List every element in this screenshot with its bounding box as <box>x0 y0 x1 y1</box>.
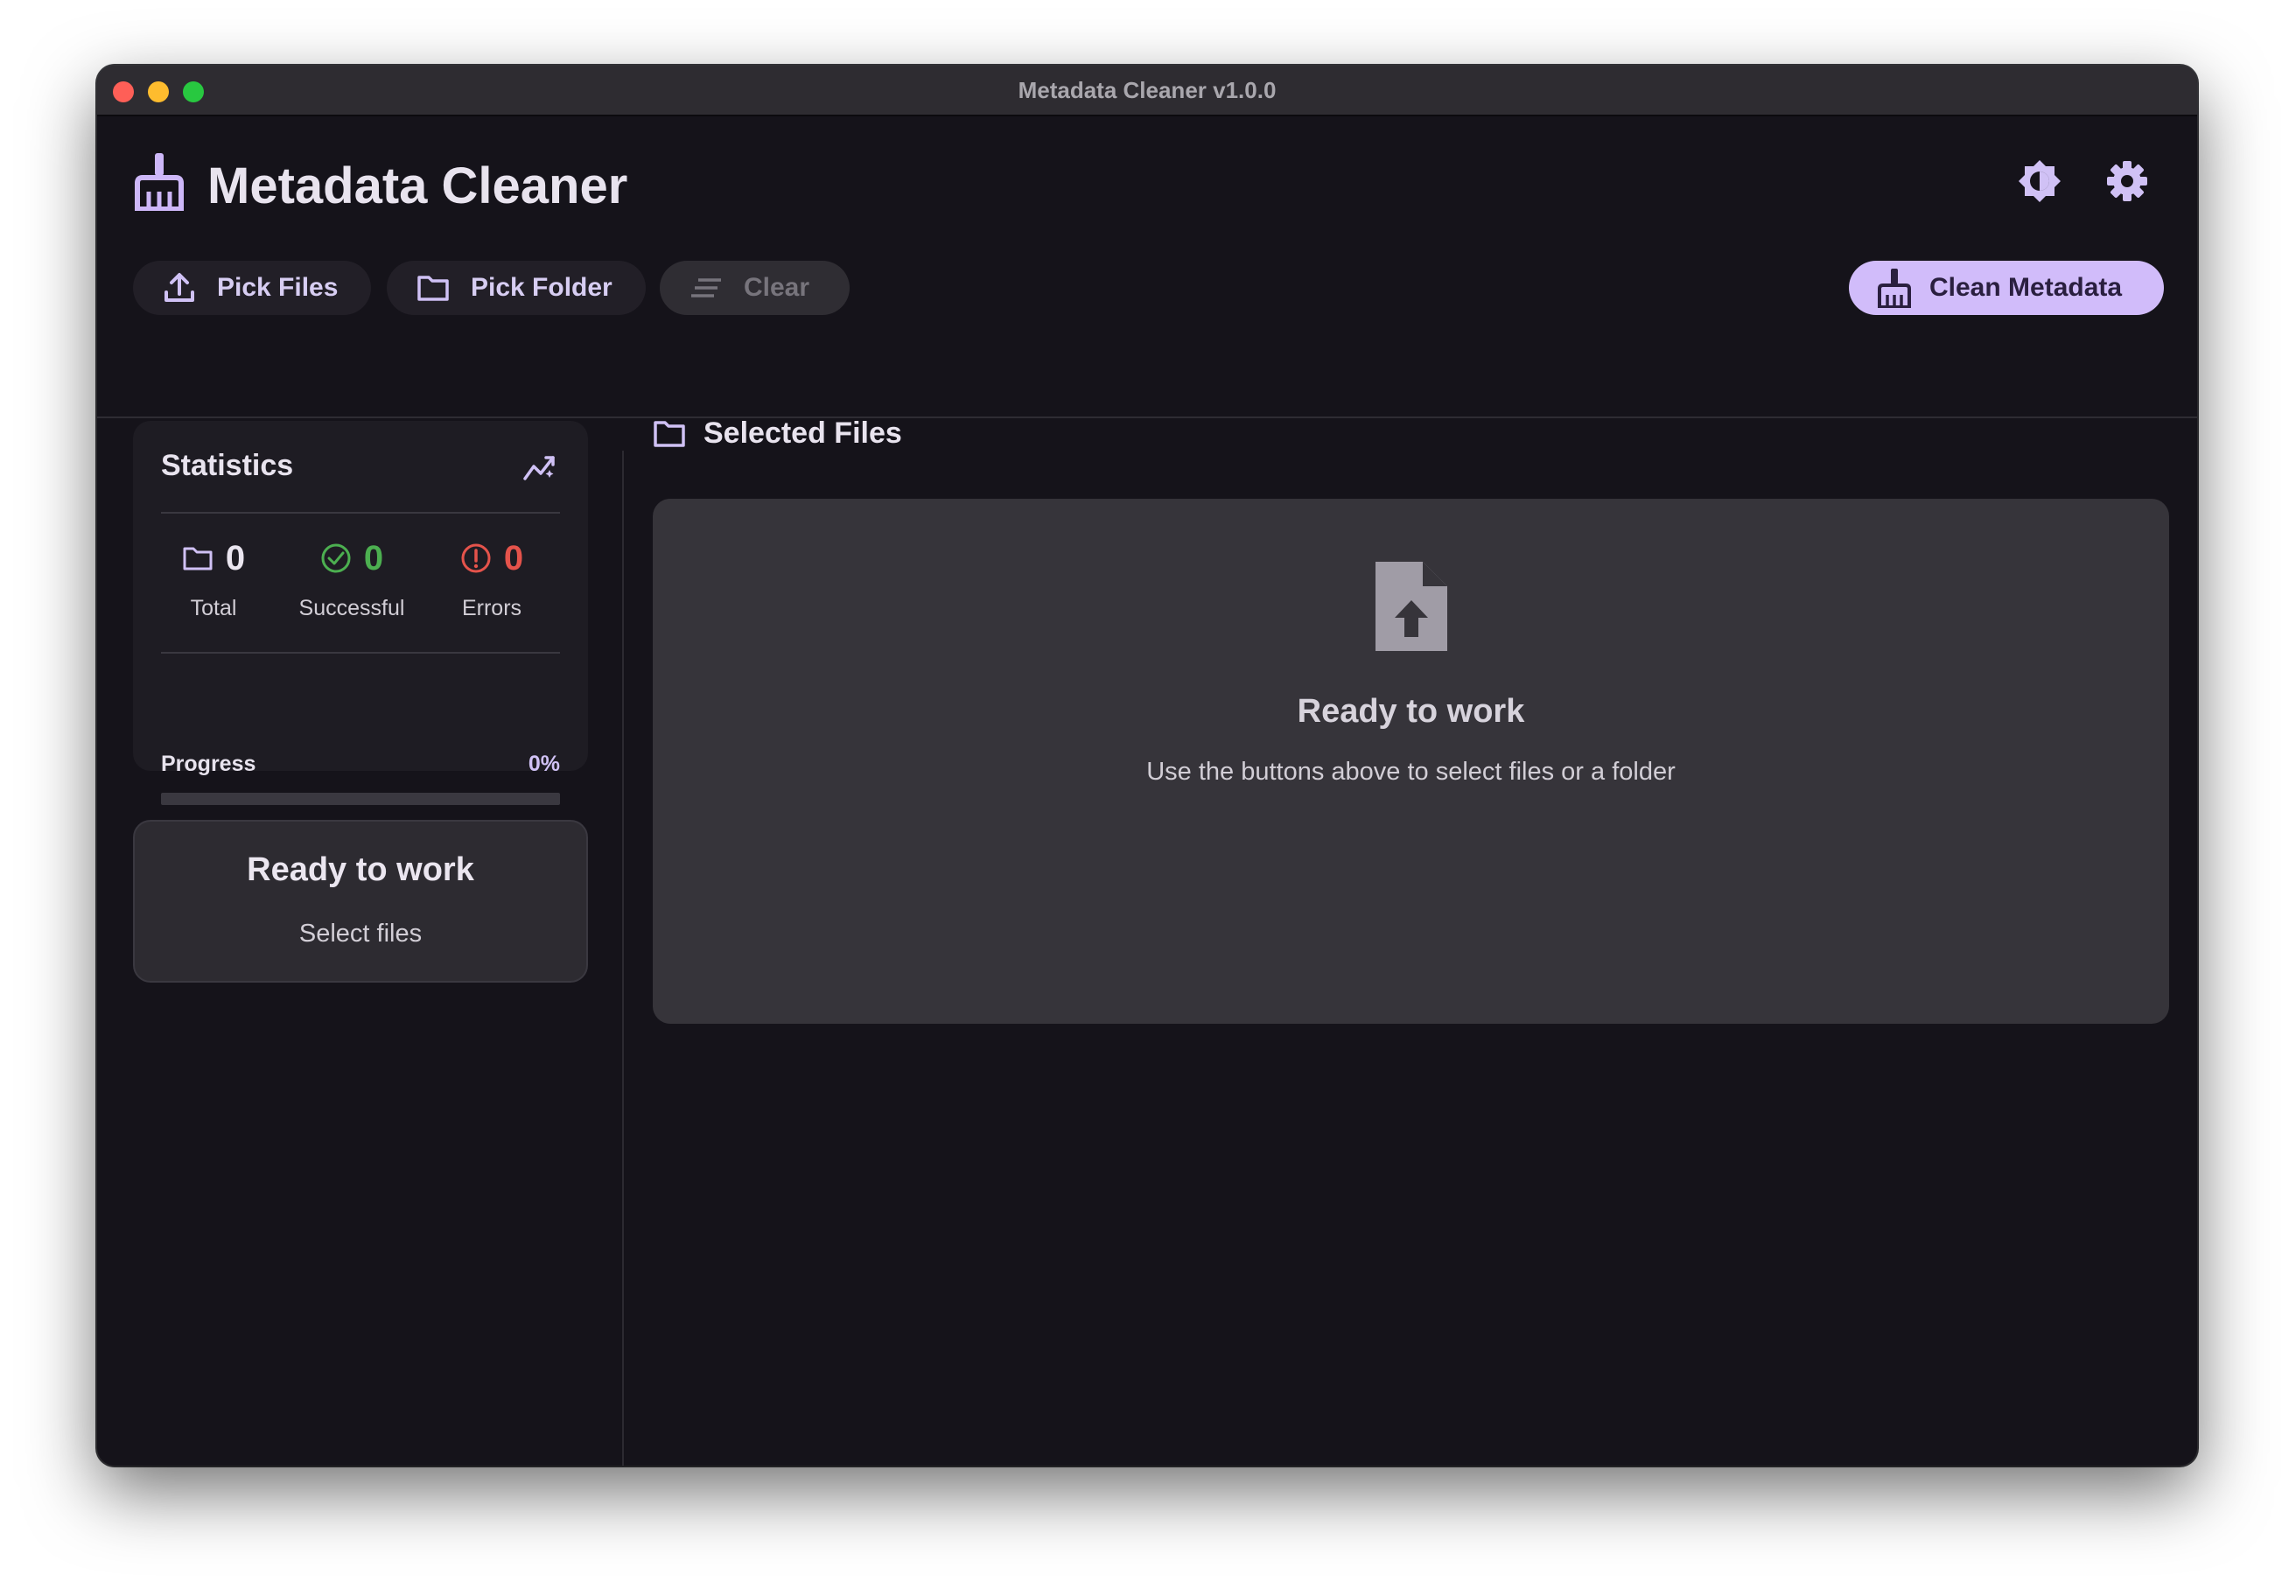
stat-errors-label: Errors <box>461 596 522 620</box>
app-window: Metadata Cleaner v1.0.0 Metadata Cleaner <box>97 66 2197 1466</box>
selected-files-header: Selected Files <box>653 411 902 455</box>
app-title: Metadata Cleaner <box>207 158 628 214</box>
clear-button[interactable]: Clear <box>660 261 850 315</box>
status-card-title: Ready to work <box>247 851 474 888</box>
error-circle-icon <box>461 543 491 573</box>
folder-icon <box>654 421 685 447</box>
file-upload-icon <box>1376 562 1447 651</box>
folder-icon <box>183 547 213 570</box>
window-title: Metadata Cleaner v1.0.0 <box>1018 77 1277 103</box>
clear-label: Clear <box>744 273 810 302</box>
clean-metadata-button[interactable]: Clean Metadata <box>1849 261 2164 315</box>
selected-files-title: Selected Files <box>704 416 902 450</box>
status-card: Ready to work Select files <box>133 820 588 983</box>
check-circle-icon <box>321 543 351 573</box>
pick-files-label: Pick Files <box>217 273 339 302</box>
clear-all-icon <box>691 278 721 298</box>
broom-icon <box>135 153 184 211</box>
empty-state-title: Ready to work <box>1297 693 1525 730</box>
sidebar-divider <box>622 451 624 1466</box>
broom-icon <box>1878 269 1911 308</box>
upload-icon <box>164 273 194 302</box>
statistics-divider <box>161 652 560 654</box>
gear-icon[interactable] <box>2104 158 2150 204</box>
file-drop-zone[interactable]: Ready to work Use the buttons above to s… <box>653 499 2169 1024</box>
stat-successful-label: Successful <box>298 596 405 620</box>
statistics-title: Statistics <box>161 449 294 482</box>
statistics-divider <box>161 512 560 514</box>
stat-total-value: 0 <box>225 538 246 578</box>
progress-percent: 0% <box>528 752 560 776</box>
trending-chart-icon <box>523 456 555 480</box>
stat-successful-value: 0 <box>363 538 384 578</box>
folder-icon <box>417 276 449 301</box>
clean-metadata-label: Clean Metadata <box>1929 273 2123 302</box>
pick-files-button[interactable]: Pick Files <box>133 261 371 315</box>
pick-folder-label: Pick Folder <box>471 273 612 302</box>
stat-errors: 0 Errors <box>422 536 562 621</box>
pick-folder-button[interactable]: Pick Folder <box>387 261 646 315</box>
empty-state-subtitle: Use the buttons above to select files or… <box>1146 758 1676 786</box>
stat-errors-value: 0 <box>503 538 524 578</box>
brightness-icon[interactable] <box>2017 158 2062 204</box>
app-header: Metadata Cleaner Pick Files Pick Folder … <box>97 116 2197 418</box>
progress-bar <box>161 793 560 805</box>
statistics-card: Statistics 0 Total 0 Successful 0 Errors… <box>133 421 588 805</box>
status-card-subtitle: Select files <box>298 920 423 948</box>
title-bar: Metadata Cleaner v1.0.0 <box>97 66 2197 116</box>
stat-total-label: Total <box>190 596 237 620</box>
progress-label: Progress <box>161 752 256 776</box>
stat-successful: 0 Successful <box>282 536 422 621</box>
stat-total: 0 Total <box>144 536 284 621</box>
